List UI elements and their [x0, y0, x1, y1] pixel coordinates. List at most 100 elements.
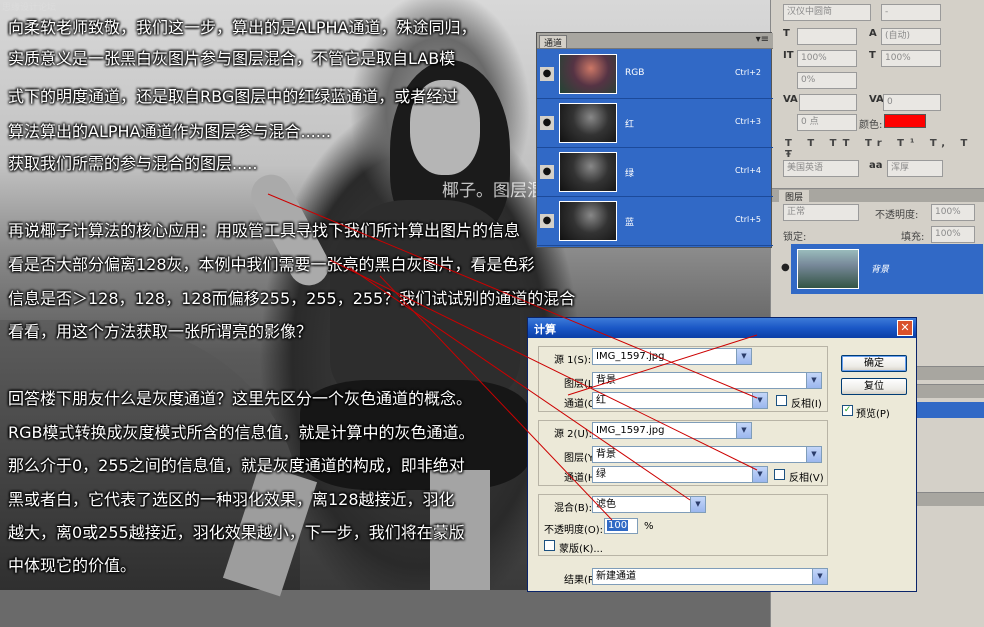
layer1-select[interactable]: 背景 ▼ [592, 372, 822, 389]
source1-label: 源 1(S): [554, 355, 592, 366]
layer-thumbnail [797, 249, 859, 289]
source1-select[interactable]: IMG_1597.jpg ▼ [592, 348, 752, 365]
overlay-text-line: 信息是否＞128，128，128而偏移255，255，255？我们试试别的通道的… [8, 289, 576, 308]
anti-alias-select[interactable]: 浑厚 [887, 160, 943, 177]
faux-italic-button[interactable]: T [807, 138, 820, 149]
channels-panel: 通道 ▾≡ ● RGB Ctrl+2 ● 红 Ctrl+3 ● 绿 Ctrl+4… [536, 32, 773, 248]
channel-name: 蓝 [625, 218, 635, 228]
font-family-select[interactable]: 汉仪中圆简 [783, 4, 871, 21]
channel-row-green[interactable]: ● 绿 Ctrl+4 [537, 148, 773, 197]
invert1-label: 反相(I) [791, 399, 822, 410]
eye-icon[interactable]: ● [540, 116, 554, 130]
subscript-button[interactable]: T, [930, 138, 951, 149]
fill-field[interactable]: 100% [931, 226, 975, 243]
opacity-label: 不透明度(O): [544, 525, 604, 536]
blend-label: 混合(B): [554, 503, 593, 514]
leading-field[interactable]: (自动) [881, 28, 941, 45]
overlay-text-line: 那么介于0，255之间的信息值，就是灰度通道的构成，即非绝对 [8, 456, 465, 475]
blend-mode-select[interactable]: 正常 [783, 204, 859, 221]
mask-label[interactable]: 蒙版(K)... [559, 540, 603, 555]
blend-select[interactable]: 滤色 ▼ [592, 496, 706, 513]
eye-icon[interactable]: ● [540, 214, 554, 228]
calculations-dialog: 计算 ✕ 源 1(S): IMG_1597.jpg ▼ 图层(L): 背景 ▼ 通道… [527, 317, 917, 592]
font-size-field[interactable] [797, 28, 857, 45]
channel-shortcut: Ctrl+4 [734, 166, 761, 175]
opacity-input[interactable]: 100 [604, 518, 638, 534]
invert2-checkbox[interactable] [774, 469, 785, 480]
channel-shortcut: Ctrl+3 [734, 117, 761, 126]
layer-name: 背景 [871, 265, 890, 275]
dialog-title-bar[interactable]: 计算 ✕ [528, 318, 916, 338]
channel-row-rgb[interactable]: ● RGB Ctrl+2 [537, 50, 773, 99]
vertical-scale-field[interactable]: 100% [797, 50, 857, 67]
result-value: 新建通道 [596, 571, 636, 582]
result-select[interactable]: 新建通道 ▼ [592, 568, 828, 585]
overlay-text-line: 黑或者白，它代表了选区的一种羽化效果，离128越接近，羽化 [8, 490, 455, 509]
channel-name: 绿 [625, 169, 635, 179]
layer2-value: 背景 [596, 449, 616, 460]
mask-checkbox[interactable] [544, 540, 555, 551]
language-select[interactable]: 美国英语 [783, 160, 859, 177]
source2-select[interactable]: IMG_1597.jpg ▼ [592, 422, 752, 439]
small-caps-button[interactable]: Tr [865, 138, 888, 149]
chevron-down-icon: ▼ [752, 467, 767, 482]
panel-menu-icon[interactable]: ▾≡ [756, 34, 769, 45]
baseline-field[interactable]: 0 点 [797, 114, 857, 131]
eye-icon[interactable]: ● [540, 165, 554, 179]
chevron-down-icon: ▼ [736, 349, 751, 364]
channel-shortcut: Ctrl+5 [734, 215, 761, 224]
eye-icon[interactable]: ● [781, 262, 790, 273]
chevron-down-icon: ▼ [752, 393, 767, 408]
tracking-field[interactable]: 0 [883, 94, 941, 111]
font-size-icon: T [783, 28, 790, 39]
overlay-text-line: 看看，用这个方法获取一张所谓亮的影像？ [8, 322, 313, 341]
dialog-title: 计算 [534, 323, 556, 336]
layers-tab[interactable]: 图层 [779, 190, 810, 203]
text-color-swatch[interactable] [884, 114, 926, 128]
channel-shortcut: Ctrl+2 [734, 68, 761, 77]
eye-icon[interactable]: ● [540, 67, 554, 81]
overlay-text-line: 实质意义是一张黑白灰图片参与图层混合，不管它是取自LAB模 [8, 49, 456, 68]
overlay-text-line: RGB模式转换成灰度模式所含的信息值，就是计算中的灰色通道。 [8, 423, 475, 442]
preview-checkbox[interactable]: ✓ [842, 405, 853, 416]
channel-row-red[interactable]: ● 红 Ctrl+3 [537, 99, 773, 148]
invert1-checkbox[interactable] [776, 395, 787, 406]
opacity-value: 100 [607, 520, 629, 531]
channel-row-blue[interactable]: ● 蓝 Ctrl+5 [537, 197, 773, 246]
chevron-down-icon: ▼ [806, 373, 821, 388]
layer-row-background[interactable]: 背景 [791, 244, 983, 294]
channel-thumbnail [559, 152, 617, 192]
reset-button[interactable]: 复位 [841, 378, 907, 395]
layer-opacity-field[interactable]: 100% [931, 204, 975, 221]
type-style-buttons[interactable]: T T TT Tr T¹ T, T Ŧ [785, 138, 984, 160]
overlay-text-line: 回答楼下朋友什么是灰度通道？这里先区分一个灰色通道的概念。 [8, 389, 473, 408]
tracking-icon: VA [869, 94, 884, 105]
close-button[interactable]: ✕ [897, 320, 913, 336]
overlay-text-line: 看是否大部分偏离128灰，本例中我们需要一张亮的黑白灰图片，看是色彩 [8, 255, 535, 274]
channels-panel-header: 通道 ▾≡ [537, 33, 773, 49]
vertical-scale-icon: IT [783, 50, 794, 61]
faux-bold-button[interactable]: T [785, 138, 798, 149]
kerning-field[interactable] [799, 94, 857, 111]
overlay-text-line: 算法算出的ALPHA通道作为图层参与混合...... [8, 122, 332, 141]
channel2-select[interactable]: 绿 ▼ [592, 466, 768, 483]
font-style-select[interactable]: - [881, 4, 941, 21]
underline-button[interactable]: T [961, 138, 974, 149]
source2-value: IMG_1597.jpg [596, 425, 665, 436]
tsume-field[interactable]: 0% [797, 72, 857, 89]
channel1-select[interactable]: 红 ▼ [592, 392, 768, 409]
superscript-button[interactable]: T¹ [897, 138, 920, 149]
all-caps-button[interactable]: TT [830, 138, 856, 149]
horizontal-scale-icon: T [869, 50, 876, 61]
overlay-text-line: 向柔软老师致敬，我们这一步，算出的是ALPHA通道，殊途同归， [8, 18, 477, 37]
chevron-down-icon: ▼ [736, 423, 751, 438]
layers-panel-header: 图层 [771, 188, 984, 203]
overlay-text-line: 越大，离0或255越接近，羽化效果越小，下一步，我们将在蒙版 [8, 523, 465, 542]
invert2-label: 反相(V) [789, 473, 824, 484]
layer2-select[interactable]: 背景 ▼ [592, 446, 822, 463]
strikethrough-button[interactable]: Ŧ [785, 149, 798, 160]
horizontal-scale-field[interactable]: 100% [881, 50, 941, 67]
channels-tab[interactable]: 通道 [539, 35, 568, 49]
anti-alias-label: aa [869, 160, 883, 171]
ok-button[interactable]: 确定 [841, 355, 907, 372]
